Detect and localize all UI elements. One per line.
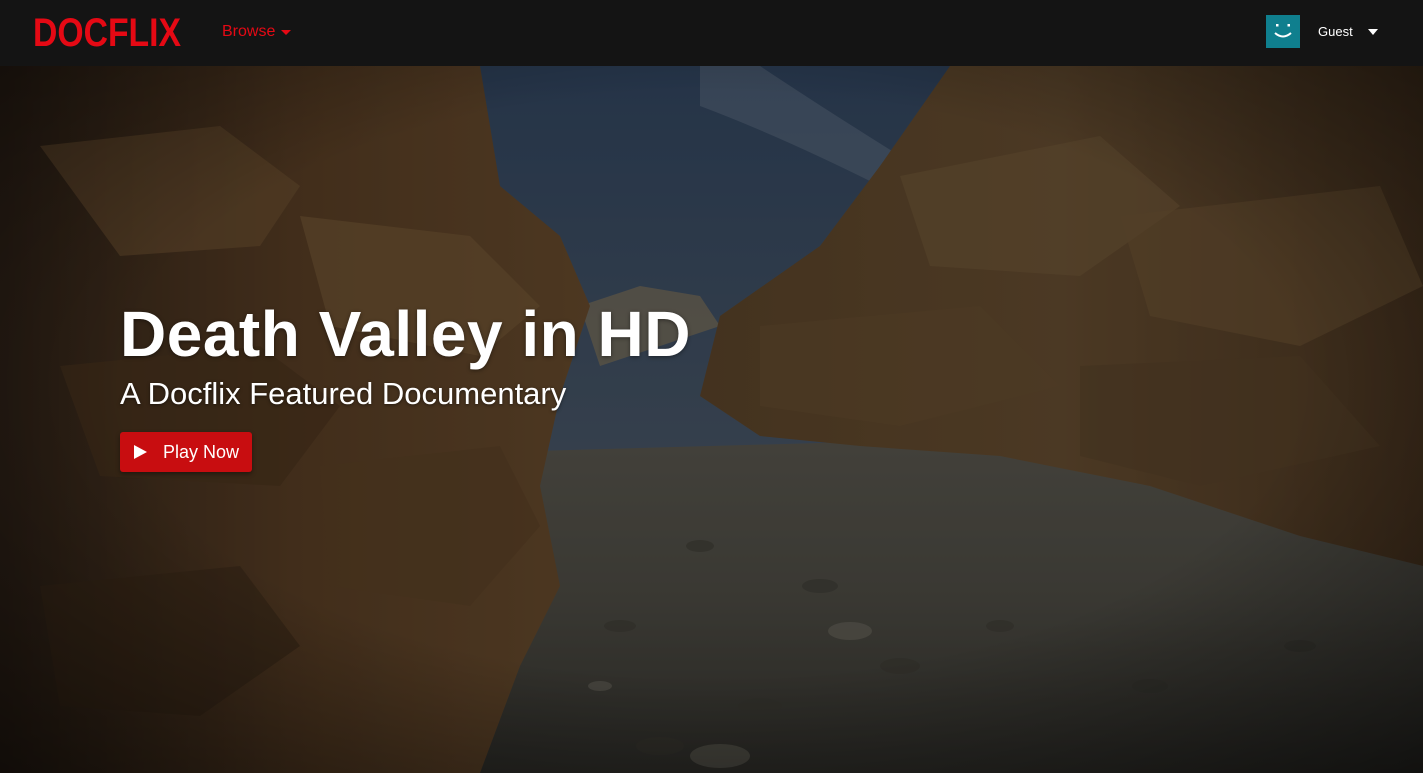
hero-subtitle: A Docflix Featured Documentary xyxy=(120,376,567,411)
avatar xyxy=(1266,15,1300,48)
featured-hero-banner: Death Valley in HD A Docflix Featured Do… xyxy=(0,66,1423,773)
top-navigation-bar: DOCFLIX Browse Guest xyxy=(0,0,1423,66)
browse-menu-button[interactable]: Browse xyxy=(222,22,292,42)
logo-graphic: DOCFLIX xyxy=(33,11,181,52)
hero-title: Death Valley in HD xyxy=(120,298,691,370)
chevron-down-icon xyxy=(1367,28,1378,35)
chevron-down-icon xyxy=(281,30,292,35)
hero-content: Death Valley in HD A Docflix Featured Do… xyxy=(120,298,691,472)
hero-background-image xyxy=(0,66,1423,773)
user-menu-button[interactable]: Guest xyxy=(1266,15,1378,48)
play-now-label: Play Now xyxy=(163,441,240,462)
browse-label: Browse xyxy=(222,23,276,40)
user-name-label: Guest xyxy=(1318,24,1353,39)
logo-text: DOCFLIX xyxy=(33,11,181,52)
play-icon xyxy=(134,445,147,459)
play-now-button[interactable]: Play Now xyxy=(120,432,252,472)
smiley-avatar-icon xyxy=(1274,24,1292,38)
docflix-logo[interactable]: DOCFLIX xyxy=(33,10,183,52)
